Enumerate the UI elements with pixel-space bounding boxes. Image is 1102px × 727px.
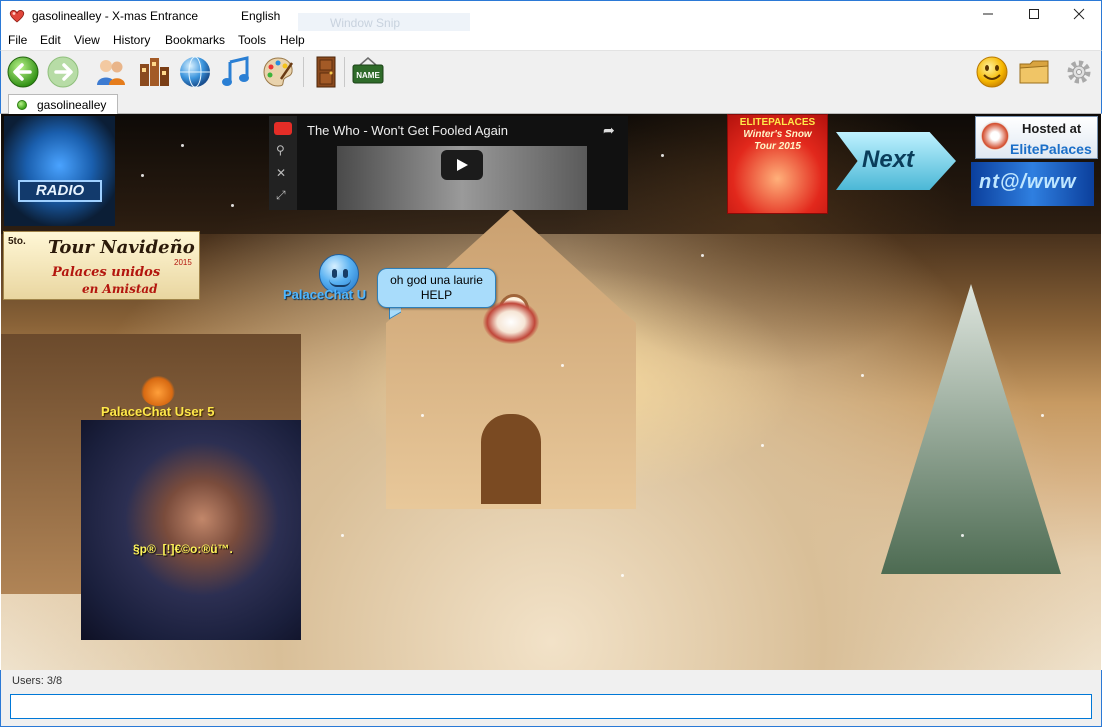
menu-history[interactable]: History: [113, 33, 150, 47]
search-icon[interactable]: ⚲: [276, 143, 285, 157]
hosted-line1: Hosted at: [1022, 121, 1082, 136]
username-palacechat-u[interactable]: PalaceChat U: [283, 287, 366, 302]
menu-tools[interactable]: Tools: [238, 33, 266, 47]
avatar-eye: [343, 269, 348, 278]
chat-bubble-line1: oh god una laurie: [390, 273, 483, 287]
youtube-logo-icon[interactable]: [274, 122, 292, 135]
share-icon[interactable]: ➦: [603, 122, 615, 139]
youtube-player[interactable]: ⚲ ✕ ⤢ The Who - Won't Get Fooled Again ➦: [269, 116, 628, 210]
close-icon: [1073, 8, 1085, 20]
users-icon[interactable]: [94, 55, 128, 89]
snowflake: [701, 254, 704, 257]
play-icon[interactable]: [441, 150, 483, 180]
snow-tour-line1: Winter's Snow: [743, 129, 812, 140]
tab-strip: gasolinealley: [0, 92, 1102, 115]
hosted-at-elitepalaces-prop[interactable]: Hosted at ElitePalaces: [975, 116, 1098, 159]
ornament-prop[interactable]: [483, 300, 539, 344]
name-tag-label: NAME: [356, 71, 380, 80]
expand-icon[interactable]: ⤢: [276, 188, 286, 203]
user-signature: §p®_[!]€©o:®ü™.: [133, 542, 233, 556]
maximize-button[interactable]: [1011, 1, 1057, 31]
toolbar: NAME: [0, 50, 1102, 92]
toolbar-separator: [344, 57, 345, 87]
snowflake: [421, 414, 424, 417]
room-view[interactable]: RADIO ⚲ ✕ ⤢ The Who - Won't Get Fooled A…: [1, 114, 1101, 670]
menu-view[interactable]: View: [74, 33, 100, 47]
snow-tour-brand: ELITEPALACES: [739, 117, 816, 128]
tour-line3: en Amistad: [82, 282, 158, 296]
winter-snow-tour-prop[interactable]: ELITEPALACES Winter's Snow Tour 2015: [727, 114, 828, 214]
title-bar: gasolinealley - X-mas Entrance English W…: [0, 0, 1102, 34]
chat-bubble: oh god una laurie HELP: [377, 268, 496, 308]
chat-bubble-line2: HELP: [420, 288, 453, 302]
avatar-eye: [332, 269, 337, 278]
users-count: Users: 3/8: [12, 675, 63, 687]
snowflake: [861, 374, 864, 377]
tour-navideno-prop[interactable]: 5to. Tour Navideño 2015 Palaces unidos e…: [3, 231, 200, 300]
music-icon[interactable]: [220, 55, 254, 89]
menu-help[interactable]: Help: [280, 33, 305, 47]
close-icon[interactable]: ✕: [276, 166, 286, 180]
next-label: Next: [862, 146, 915, 173]
name-tag-icon[interactable]: NAME: [351, 55, 385, 89]
menu-bar: File Edit View History Bookmarks Tools H…: [0, 31, 1102, 50]
status-bar: Users: 3/8: [0, 670, 1102, 691]
snowflake: [341, 534, 344, 537]
globe-icon[interactable]: [178, 55, 212, 89]
palette-icon[interactable]: [261, 55, 295, 89]
menu-bookmarks[interactable]: Bookmarks: [165, 33, 225, 47]
forward-icon[interactable]: [46, 55, 80, 89]
user-avatar-photo[interactable]: [81, 420, 301, 640]
snowflake: [561, 364, 564, 367]
church-door: [481, 414, 541, 504]
tab-gasolinealley[interactable]: gasolinealley: [8, 94, 118, 115]
tour-small-label: 5to.: [8, 236, 26, 247]
smiley-icon[interactable]: [975, 55, 1009, 89]
snowflake: [231, 204, 234, 207]
www-prop[interactable]: nt@/www: [971, 162, 1094, 206]
minimize-icon: [983, 13, 993, 15]
tour-year: 2015: [174, 258, 192, 267]
menu-edit[interactable]: Edit: [40, 33, 61, 47]
radio-label: RADIO: [18, 180, 102, 202]
chat-input-bar: [0, 691, 1102, 727]
www-label: nt@/www: [979, 171, 1077, 193]
username-palacechat-user-5[interactable]: PalaceChat User 5: [101, 404, 214, 419]
snowflake: [181, 144, 184, 147]
snow-tour-line2: Tour 2015: [754, 141, 801, 152]
fox-avatar-icon: [141, 376, 175, 406]
minimize-button[interactable]: [965, 1, 1011, 31]
snowflake: [661, 154, 664, 157]
elitepalaces-seal-icon: [980, 121, 1010, 151]
tab-label: gasolinealley: [37, 98, 107, 112]
radio-prop[interactable]: RADIO: [4, 116, 115, 226]
snowflake: [141, 174, 144, 177]
tour-title: Tour Navideño: [48, 237, 195, 258]
snowflake: [761, 444, 764, 447]
app-heart-icon: [9, 10, 25, 23]
props-folder-icon[interactable]: [1017, 55, 1051, 89]
window-title: gasolinealley - X-mas Entrance: [32, 9, 199, 23]
settings-gear-icon[interactable]: [1062, 55, 1096, 89]
back-icon[interactable]: [6, 55, 40, 89]
youtube-sidebar: ⚲ ✕ ⤢: [269, 116, 297, 210]
language-label[interactable]: English: [241, 9, 280, 23]
rooms-icon[interactable]: [137, 55, 171, 89]
avatar-mouth: [329, 279, 351, 287]
snowflake: [621, 574, 624, 577]
video-title[interactable]: The Who - Won't Get Fooled Again: [307, 123, 508, 138]
maximize-icon: [1029, 9, 1039, 19]
snowflake: [1041, 414, 1044, 417]
tour-line2: Palaces unidos: [52, 265, 161, 280]
snowflake: [961, 534, 964, 537]
close-button[interactable]: [1056, 1, 1102, 31]
menu-file[interactable]: File: [8, 33, 27, 47]
hosted-line2: ElitePalaces: [1010, 141, 1092, 157]
toolbar-separator: [303, 57, 304, 87]
chat-input[interactable]: [10, 694, 1092, 719]
door-icon[interactable]: [309, 55, 343, 89]
connected-status-icon: [17, 100, 27, 110]
